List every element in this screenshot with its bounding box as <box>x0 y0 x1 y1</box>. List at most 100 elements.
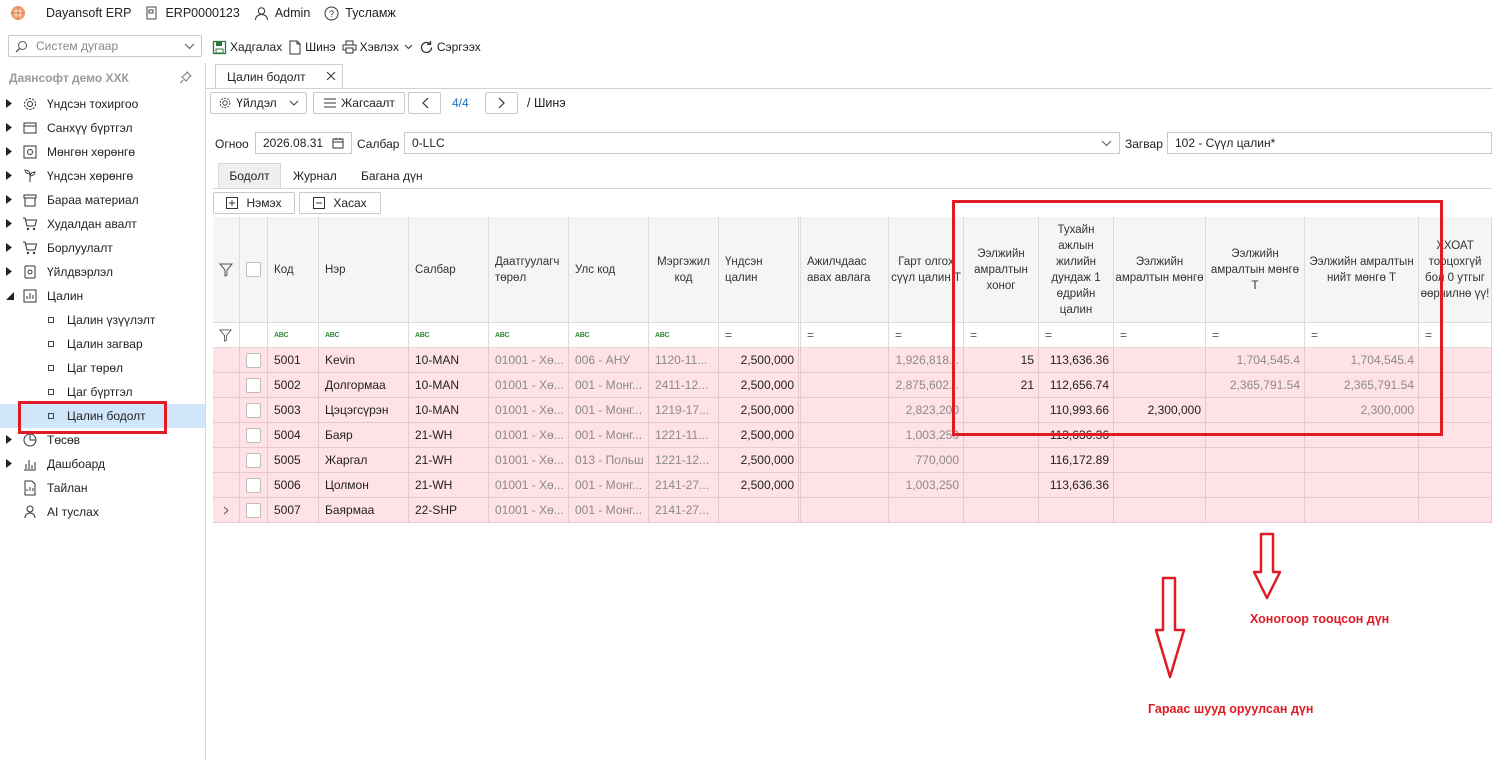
cell-branch[interactable]: 21-WH <box>409 448 489 473</box>
cell-vacation-pay[interactable] <box>1114 473 1206 498</box>
cell-profession-code[interactable]: 2411-12... <box>649 373 719 398</box>
cell-net-salary[interactable]: 770,000 <box>889 448 964 473</box>
branch-select[interactable]: 0-LLC <box>404 132 1120 154</box>
sidebar-item-accounting[interactable]: Санхүү бүртгэл <box>0 116 205 140</box>
sidebar-item-sales[interactable]: Борлуулалт <box>0 236 205 260</box>
cell-name[interactable]: Цэцэгсүрэн <box>319 398 409 423</box>
cell-insured-type[interactable]: 01001 - Хө... <box>489 373 569 398</box>
search-input[interactable]: Систем дугаар <box>36 39 176 53</box>
cell-base-salary[interactable]: 2,500,000 <box>719 398 801 423</box>
cell-vacation-pay[interactable] <box>1114 498 1206 523</box>
cell-receivable[interactable] <box>801 448 889 473</box>
cell-base-salary[interactable]: 2,500,000 <box>719 348 801 373</box>
cell-insured-type[interactable]: 01001 - Хө... <box>489 473 569 498</box>
sidebar-item-inventory[interactable]: Бараа материал <box>0 188 205 212</box>
cell-name[interactable]: Kevin <box>319 348 409 373</box>
select-all-checkbox[interactable] <box>240 217 268 323</box>
cell-avg-daily-salary[interactable]: 116,172.89 <box>1039 448 1114 473</box>
subtab-calculation[interactable]: Бодолт <box>218 163 281 188</box>
table-row[interactable]: 5007 Баярмаа 22-SHP 01001 - Хө... 001 - … <box>213 498 1492 523</box>
row-checkbox[interactable] <box>240 473 268 498</box>
text-filter[interactable]: ABC <box>649 323 719 348</box>
cell-country-code[interactable]: 001 - Монг... <box>569 423 649 448</box>
cell-insured-type[interactable]: 01001 - Хө... <box>489 448 569 473</box>
cell-receivable[interactable] <box>801 373 889 398</box>
cell-country-code[interactable]: 001 - Монг... <box>569 473 649 498</box>
row-checkbox[interactable] <box>240 373 268 398</box>
cell-vacation-pay-t[interactable] <box>1206 498 1305 523</box>
row-checkbox[interactable] <box>240 448 268 473</box>
sidebar-item-ai-assistant[interactable]: AI туслах <box>0 500 205 524</box>
sidebar-item-purchasing[interactable]: Худалдан авалт <box>0 212 205 236</box>
remove-row-button[interactable]: Хасах <box>299 192 381 214</box>
cell-pit[interactable] <box>1419 473 1492 498</box>
filter-row-icon[interactable] <box>213 323 240 348</box>
cell-pit[interactable] <box>1419 448 1492 473</box>
cell-base-salary[interactable]: 2,500,000 <box>719 473 801 498</box>
cell-net-salary[interactable] <box>889 498 964 523</box>
sidebar-item-dashboard[interactable]: Дашбоард <box>0 452 205 476</box>
user-menu[interactable]: Admin <box>254 6 310 21</box>
system-number-search[interactable]: Систем дугаар <box>8 35 202 57</box>
table-row[interactable]: 5005 Жаргал 21-WH 01001 - Хө... 013 - По… <box>213 448 1492 473</box>
list-sort-button[interactable]: Жагсаалт <box>313 92 405 114</box>
sidebar-item-salary[interactable]: Цалин <box>0 284 205 308</box>
cell-avg-daily-salary[interactable]: 113,636.36 <box>1039 473 1114 498</box>
row-checkbox[interactable] <box>240 498 268 523</box>
document-code[interactable]: ERP0000123 <box>145 6 240 20</box>
cell-name[interactable]: Долгормаа <box>319 373 409 398</box>
cell-receivable[interactable] <box>801 498 889 523</box>
cell-profession-code[interactable]: 1221-12... <box>649 448 719 473</box>
cell-country-code[interactable]: 006 - АНУ <box>569 348 649 373</box>
cell-insured-type[interactable]: 01001 - Хө... <box>489 398 569 423</box>
cell-vacation-days[interactable] <box>964 473 1039 498</box>
pin-icon[interactable] <box>180 71 192 84</box>
table-row[interactable]: 5006 Цолмон 21-WH 01001 - Хө... 001 - Мо… <box>213 473 1492 498</box>
date-field[interactable]: 2026.08.31 <box>255 132 352 154</box>
cell-country-code[interactable]: 001 - Монг... <box>569 498 649 523</box>
sidebar-item-production[interactable]: Үйлдвэрлэл <box>0 260 205 284</box>
cell-base-salary[interactable]: 2,500,000 <box>719 423 801 448</box>
next-record-button[interactable] <box>485 92 518 114</box>
cell-vacation-days[interactable] <box>964 448 1039 473</box>
cell-branch[interactable]: 21-WH <box>409 473 489 498</box>
subtab-column-totals[interactable]: Багана дүн <box>361 163 423 188</box>
cell-base-salary[interactable]: 2,500,000 <box>719 448 801 473</box>
cell-base-salary[interactable] <box>719 498 801 523</box>
cell-profession-code[interactable]: 2141-27... <box>649 473 719 498</box>
cell-insured-type[interactable]: 01001 - Хө... <box>489 348 569 373</box>
sidebar-item-report[interactable]: Тайлан <box>0 476 205 500</box>
filter-icon[interactable] <box>213 217 240 323</box>
sidebar-item-settings[interactable]: Үндсэн тохиргоо <box>0 92 205 116</box>
print-button[interactable]: Хэвлэх <box>342 40 413 54</box>
cell-insured-type[interactable]: 01001 - Хө... <box>489 498 569 523</box>
cell-branch[interactable]: 10-MAN <box>409 373 489 398</box>
cell-vacation-days[interactable] <box>964 498 1039 523</box>
cell-profession-code[interactable]: 2141-27... <box>649 498 719 523</box>
tab-salary-calculation[interactable]: Цалин бодолт <box>215 64 343 88</box>
number-filter[interactable]: = <box>801 323 889 348</box>
subtab-journal[interactable]: Журнал <box>293 163 337 188</box>
new-button[interactable]: Шинэ <box>288 40 336 55</box>
column-header[interactable]: Даатгуулагч төрөл <box>489 217 569 323</box>
column-header[interactable]: Улс код <box>569 217 649 323</box>
cell-vacation-total[interactable] <box>1305 473 1419 498</box>
cell-name[interactable]: Цолмон <box>319 473 409 498</box>
cell-branch[interactable]: 21-WH <box>409 423 489 448</box>
cell-code[interactable]: 5002 <box>268 373 319 398</box>
cell-vacation-pay-t[interactable] <box>1206 448 1305 473</box>
cell-receivable[interactable] <box>801 348 889 373</box>
cell-code[interactable]: 5003 <box>268 398 319 423</box>
cell-insured-type[interactable]: 01001 - Хө... <box>489 423 569 448</box>
help-link[interactable]: ? Тусламж <box>324 6 396 21</box>
sidebar-item-salary-template[interactable]: Цалин загвар <box>0 332 205 356</box>
cell-branch[interactable]: 10-MAN <box>409 348 489 373</box>
sidebar-item-fixed-assets[interactable]: Үндсэн хөрөнгө <box>0 164 205 188</box>
cell-code[interactable]: 5001 <box>268 348 319 373</box>
cell-name[interactable]: Баярмаа <box>319 498 409 523</box>
cell-country-code[interactable]: 001 - Монг... <box>569 373 649 398</box>
cell-country-code[interactable]: 001 - Монг... <box>569 398 649 423</box>
cell-code[interactable]: 5005 <box>268 448 319 473</box>
text-filter[interactable]: ABC <box>319 323 409 348</box>
cell-vacation-total[interactable] <box>1305 448 1419 473</box>
